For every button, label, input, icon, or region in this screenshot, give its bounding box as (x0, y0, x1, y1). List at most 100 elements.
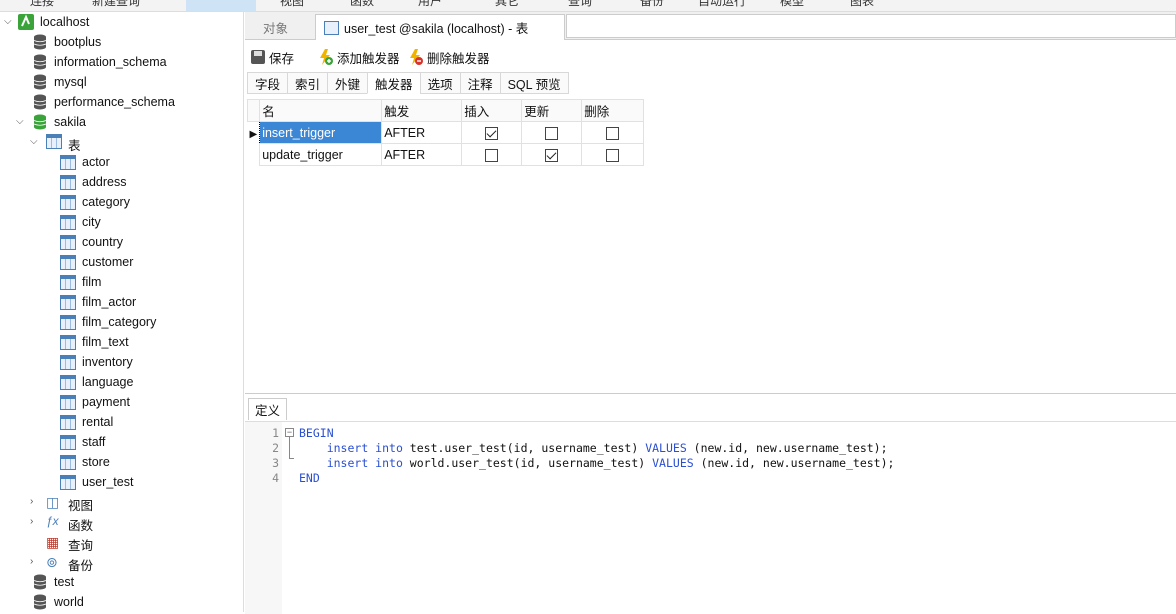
tree-row[interactable]: payment (0, 392, 243, 412)
tree-row[interactable]: mysql (0, 72, 243, 92)
menu-item[interactable]: 用户 (418, 0, 442, 9)
tree-row[interactable]: ▦ 查询 (0, 532, 243, 553)
subtab-4[interactable]: 选项 (419, 72, 460, 94)
add-trigger-button[interactable]: 添加触发器 (317, 46, 400, 68)
table-label: address (82, 175, 127, 189)
insert-checkbox[interactable] (485, 126, 499, 140)
database-label: mysql (54, 75, 87, 89)
definition-editor[interactable]: 1 BEGIN 2 insert into test.user_test(id, u… (245, 421, 1176, 614)
chevron-down-icon[interactable]: ⌵ (16, 117, 26, 127)
table-icon (60, 275, 76, 290)
tree-row[interactable]: film_text (0, 332, 243, 352)
menu-item[interactable]: 连接 (30, 0, 54, 9)
tree-row[interactable]: inventory (0, 352, 243, 372)
tab-table-design[interactable]: user_test @sakila (localhost) - 表 (315, 14, 565, 40)
trigger-timing-cell[interactable]: AFTER (381, 143, 463, 166)
tree-row[interactable]: ⌵ sakila (0, 112, 243, 132)
menu-item[interactable]: 模型 (780, 0, 804, 9)
tab-objects[interactable]: 对象 (255, 14, 296, 40)
update-checkbox[interactable] (545, 126, 559, 140)
menu-item[interactable]: 函数 (350, 0, 374, 9)
chevron-right-icon[interactable]: › (30, 557, 40, 567)
table-label: language (82, 375, 134, 389)
tree-row[interactable]: test (0, 572, 243, 592)
table-icon (60, 355, 76, 370)
delete-checkbox[interactable] (606, 148, 620, 162)
tree-row[interactable]: bootplus (0, 32, 243, 52)
trigger-name-cell[interactable]: update_trigger (259, 143, 383, 166)
tree-row[interactable]: film_category (0, 312, 243, 332)
chevron-down-icon[interactable]: ⌵ (30, 137, 40, 147)
tree-row[interactable]: performance_schema (0, 92, 243, 112)
chevron-right-icon[interactable]: › (30, 497, 40, 507)
chevron-down-icon[interactable]: ⌵ (4, 17, 14, 27)
delete-checkbox[interactable] (606, 126, 620, 140)
tree-row[interactable]: world (0, 592, 243, 612)
tree-row[interactable]: store (0, 452, 243, 472)
column-header[interactable]: 触发 (381, 99, 463, 122)
column-header[interactable]: 更新 (521, 99, 583, 122)
tree-row[interactable]: ⌵ 表 (0, 132, 243, 153)
tree-row[interactable]: ⌵ localhost (0, 12, 243, 32)
subtab-1[interactable]: 索引 (287, 72, 328, 94)
tree-row[interactable]: customer (0, 252, 243, 272)
menu-item[interactable]: 视图 (280, 0, 304, 9)
tree-row[interactable]: actor (0, 152, 243, 172)
sql-text: (new.id, new.username_test); (693, 456, 895, 470)
insert-checkbox[interactable] (485, 148, 499, 162)
fold-collapse-icon[interactable]: − (285, 428, 294, 437)
function-icon: ƒx (46, 514, 59, 528)
menu-item[interactable]: 图表 (850, 0, 874, 9)
tab-bar-filler (566, 14, 1176, 38)
subtab-6[interactable]: SQL 预览 (499, 72, 569, 94)
tree-row[interactable]: › ƒx 函数 (0, 512, 243, 533)
trigger-name-cell[interactable]: insert_trigger (259, 121, 383, 144)
trigger-timing-cell[interactable]: AFTER (381, 121, 463, 144)
column-header[interactable]: 删除 (581, 99, 645, 122)
tables-folder-icon (46, 134, 62, 149)
tree-row[interactable]: user_test (0, 472, 243, 492)
checkbox-cell (521, 121, 583, 144)
table-row[interactable]: ▶ insert_trigger AFTER (248, 121, 645, 144)
subtab-0[interactable]: 字段 (247, 72, 288, 94)
tab-definition[interactable]: 定义 (248, 398, 288, 420)
tree-row[interactable]: staff (0, 432, 243, 452)
tree-row[interactable]: information_schema (0, 52, 243, 72)
tree-row[interactable]: › ⊚ 备份 (0, 552, 243, 573)
table-label: actor (82, 155, 110, 169)
database-label: sakila (54, 115, 86, 129)
view-icon: ◫ (46, 494, 60, 510)
menu-item[interactable]: 自动运行 (698, 0, 746, 9)
menu-item[interactable]: 新建查询 (92, 0, 140, 9)
table-label: payment (82, 395, 130, 409)
row-indicator (248, 144, 260, 166)
column-header[interactable]: 名 (259, 99, 383, 122)
save-button[interactable]: 保存 (251, 46, 294, 68)
tree-row[interactable]: film_actor (0, 292, 243, 312)
trigger-grid[interactable]: 名触发 插入 更新 删除 ▶ insert_trigger AFTER update_trig… (246, 99, 645, 166)
tree-row[interactable]: rental (0, 412, 243, 432)
tree-row[interactable]: category (0, 192, 243, 212)
tree-row[interactable]: address (0, 172, 243, 192)
tree-row[interactable]: › ◫ 视图 (0, 492, 243, 513)
chevron-right-icon[interactable]: › (30, 517, 40, 527)
tree-row[interactable]: country (0, 232, 243, 252)
subtab-3[interactable]: 触发器 (367, 72, 420, 94)
menu-item[interactable]: 备份 (640, 0, 664, 9)
table-icon (60, 395, 76, 410)
tree-row[interactable]: language (0, 372, 243, 392)
menu-item[interactable]: 表 (186, 0, 256, 11)
menu-item[interactable]: 查询 (568, 0, 592, 9)
table-row[interactable]: update_trigger AFTER (248, 143, 645, 166)
menu-item[interactable]: 其它 (495, 0, 519, 9)
tree-row[interactable]: city (0, 212, 243, 232)
line-number: 2 (272, 441, 279, 455)
subtab-2[interactable]: 外键 (327, 72, 368, 94)
delete-trigger-button[interactable]: 删除触发器 (407, 46, 490, 68)
object-tree[interactable]: ⌵ localhost bootplus information_schemamysq… (0, 12, 244, 612)
column-header[interactable]: 插入 (461, 99, 523, 122)
subtab-5[interactable]: 注释 (459, 72, 500, 94)
update-checkbox[interactable] (545, 148, 559, 162)
tree-row[interactable]: film (0, 272, 243, 292)
table-label: film_text (82, 335, 129, 349)
